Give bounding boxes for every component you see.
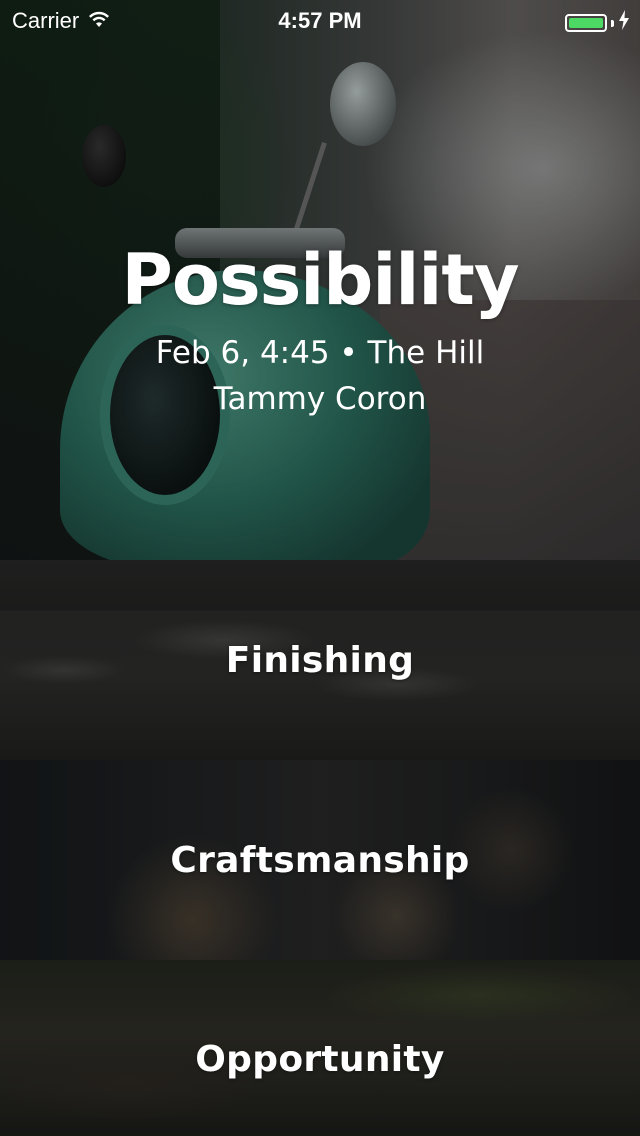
status-right — [565, 10, 630, 36]
list-item-opportunity[interactable]: Opportunity — [0, 960, 640, 1136]
list-item-craftsmanship[interactable]: Craftsmanship — [0, 760, 640, 960]
hero-featured-card[interactable]: Possibility Feb 6, 4:45 • The Hill Tammy… — [0, 0, 640, 560]
list-item-label: Finishing — [225, 639, 415, 681]
list-item-label: Opportunity — [195, 1038, 445, 1080]
hero-title: Possibility — [121, 239, 520, 321]
status-bar: Carrier 4:57 PM — [0, 0, 640, 40]
list-item-label: Craftsmanship — [170, 839, 470, 881]
status-time: 4:57 PM — [278, 8, 362, 33]
battery-level — [569, 18, 603, 28]
list-item-finishing[interactable]: Finishing — [0, 560, 640, 760]
battery-icon — [565, 14, 607, 32]
hero-meta: Feb 6, 4:45 • The Hill — [155, 335, 485, 371]
app-screen: Carrier 4:57 PM Possibility Feb 6, 4:45 … — [0, 0, 640, 1136]
charging-bolt-icon — [618, 10, 630, 36]
hero-author: Tammy Coron — [213, 381, 427, 417]
hero-text: Possibility Feb 6, 4:45 • The Hill Tammy… — [0, 238, 640, 422]
battery-tip — [611, 19, 614, 27]
